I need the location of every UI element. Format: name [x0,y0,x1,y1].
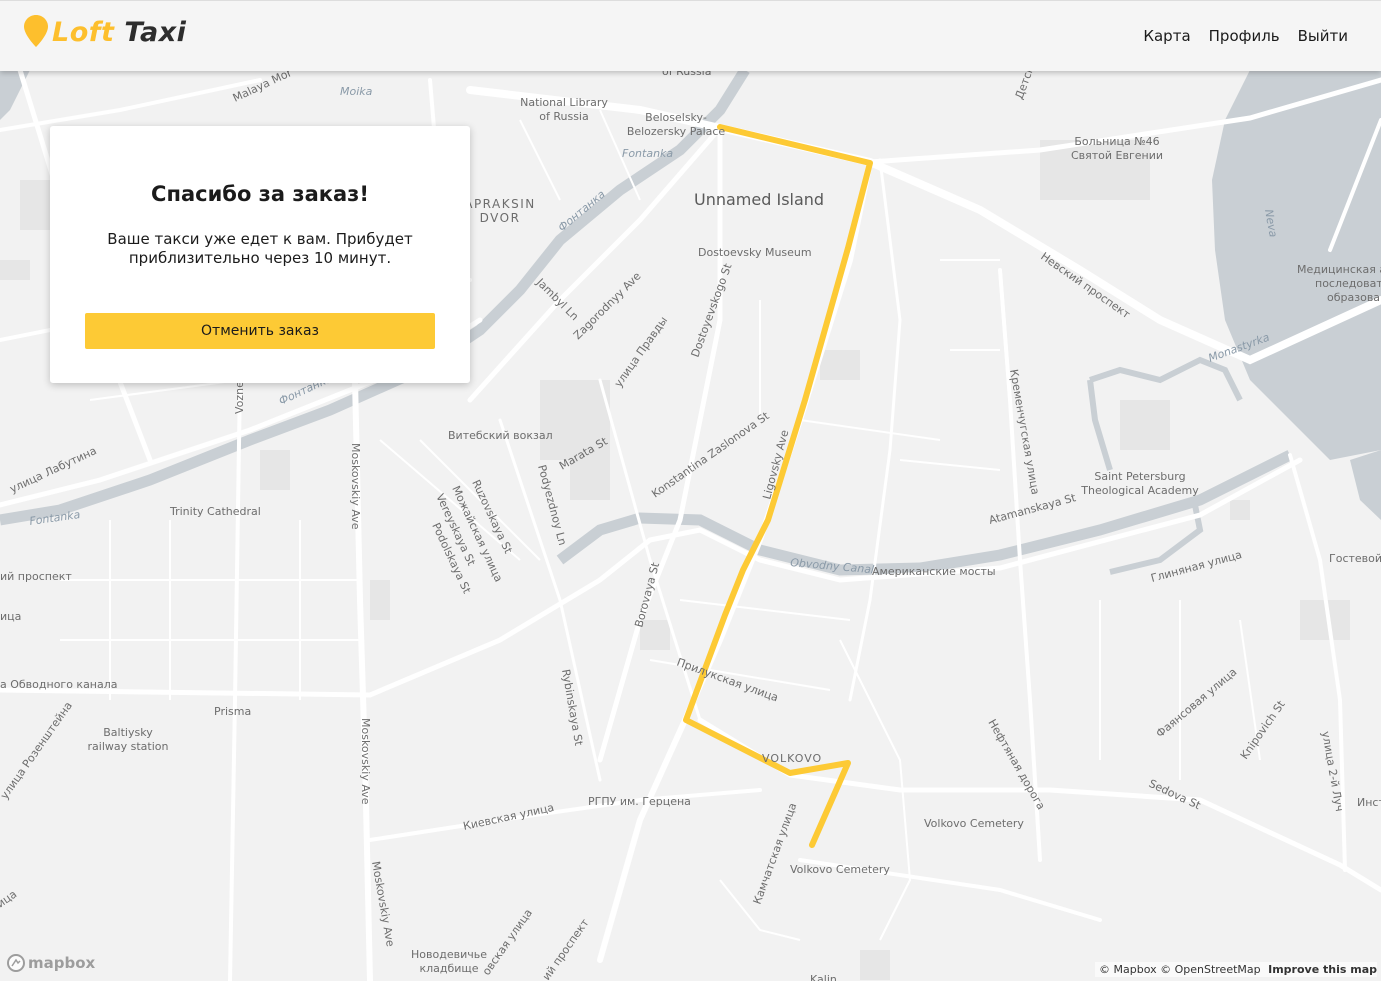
map-label-theological-2: Theological Academy [1080,484,1199,497]
map-label-trinity: Trinity Cathedral [169,505,261,518]
map-label-kalinin: Kalin [810,973,837,981]
map-label-baltiysky-1: Baltiysky [103,726,153,739]
cancel-order-button[interactable]: Отменить заказ [85,313,435,349]
loft-taxi-logo[interactable]: Loft Taxi [24,15,186,48]
map-label-rgpu: РГПУ им. Герцена [588,795,691,808]
map-label-medical-3: образован [1327,291,1381,304]
map-label-novodevichye-1: Новодевичье [411,948,487,961]
mapbox-icon [7,954,25,972]
map-label-fontanka-top: Fontanka [622,147,673,160]
app-header: Loft Taxi Карта Профиль Выйти [0,0,1381,71]
mapbox-logo-text: mapbox [28,954,96,972]
map-label-vitebsky: Витебский вокзал [448,429,553,442]
map-label-itsa-left: ица [0,610,21,623]
map-label-obvodnogo-kanala: а Обводного канала [0,678,118,691]
map-label-apraksin-1: APRAKSIN [464,197,536,211]
improve-map-link[interactable]: Improve this map [1264,963,1377,976]
order-confirmation-card: Спасибо за заказ! Ваше такси уже едет к … [50,126,470,383]
map-label-novodevichye-2: кладбище [419,962,478,975]
map-attribution: © Mapbox © OpenStreetMap Improve this ma… [1095,962,1377,977]
map-label-medical-1: Медицинская ака [1297,263,1381,276]
map-label-beloselsky-2: Belozersky Palace [627,125,726,138]
map-label-inst: Инст [1357,796,1381,809]
logo-word-taxi: Taxi [124,17,187,48]
map-label-prospekt-left: ий проспект [0,570,72,583]
map-label-dostoevsky-museum: Dostoevsky Museum [698,246,812,259]
map-label-volkovo: VOLKOVO [762,752,822,765]
map-label-beloselsky-1: Beloselsky- [645,111,707,124]
attribution-mapbox-link[interactable]: © Mapbox [1099,963,1157,976]
main-nav: Карта Профиль Выйти [1125,27,1348,45]
map-label-hospital-1: Больница №46 [1074,135,1159,148]
map-label-of-russia: of Russia [662,70,711,78]
order-confirmation-title: Спасибо за заказ! [151,182,369,206]
attribution-osm-link[interactable]: © OpenStreetMap [1160,963,1261,976]
nav-map-link[interactable]: Карта [1143,27,1190,45]
map-label-volkovo-cem-1: Volkovo Cemetery [924,817,1024,830]
map-label-prisma: Prisma [214,705,251,718]
map-label-moskovskiy-2: Moskovskiy Ave [359,718,372,805]
map-label-national-library-1: National Library [520,96,608,109]
nav-profile-link[interactable]: Профиль [1209,27,1280,45]
map-label-hospital-2: Святой Евгении [1071,149,1163,162]
order-confirmation-message: Ваше такси уже едет к вам. Прибудет приб… [107,230,413,267]
map-label-medical-2: последовательно [1315,277,1381,290]
map-label-volkovo-cem-2: Volkovo Cemetery [790,863,890,876]
map-label-gostevoy: Гостевой [1329,552,1381,565]
map-label-amerikanskie: Американские мосты [872,565,996,578]
location-pin-icon [24,15,48,47]
improve-map-text: Improve this map [1268,963,1377,976]
logo-text: Loft Taxi [52,17,186,48]
map-label-theological-1: Saint Petersburg [1094,470,1185,483]
map-label-moika: Moika [340,85,373,98]
mapbox-logo[interactable]: mapbox [7,954,95,972]
map-label-apraksin-2: DVOR [480,211,521,225]
map-label-moskovskiy-1: Moskovskiy Ave [349,443,362,530]
map-label-vozne: Vozne [233,381,246,414]
map-label-baltiysky-2: railway station [88,740,169,753]
logo-word-loft: Loft [52,17,115,48]
nav-logout-link[interactable]: Выйти [1298,27,1348,45]
map-label-national-library-2: of Russia [539,110,588,123]
map-label-unnamed-island: Unnamed Island [694,190,824,209]
